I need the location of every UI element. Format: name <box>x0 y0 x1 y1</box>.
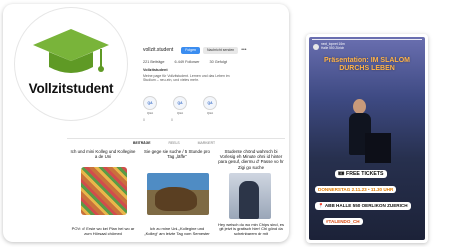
lectern <box>365 133 391 163</box>
highlight-cover-icon: QA <box>173 96 187 110</box>
post-caption-bottom: Ich zu mine Uni-„Kollegine und „Kolleg“ … <box>144 226 210 237</box>
post-caption-top: Studente chönd wahrsch bi Vorlesig eh Mi… <box>218 149 284 170</box>
post-grid: Ich und mini Kolleg und Kollegine a de U… <box>67 147 287 239</box>
post-caption-bottom: Hey weisch du wo min Chips sind, es git … <box>217 221 285 237</box>
counter-value: 0 <box>143 118 145 122</box>
tab-reels[interactable]: REELS <box>169 141 180 145</box>
post-caption-top: Sie gege sie suche / 5 Stunde pro Tag „l… <box>144 149 210 160</box>
highlight-cover-icon: QA <box>203 96 217 110</box>
tab-posts[interactable]: BEITRÄGE <box>133 141 151 145</box>
story-location: Halle 550 Zürich <box>321 45 345 50</box>
profile-header: vollzit.student Folgen Nachricht senden … <box>143 44 283 56</box>
story-headline: Präsentation: IM SLALOM DURCHS LEBEN <box>324 57 410 72</box>
event-date-sticker: DONNERSTAG 2.11.23 • 11.30 UHR <box>315 186 397 193</box>
avatar[interactable] <box>313 43 319 50</box>
post-image-subject <box>239 181 259 219</box>
section-divider <box>67 138 285 139</box>
profile-display-name: Vollzitstudent <box>143 68 168 72</box>
hashtag-sticker[interactable]: #TALENDO_CH <box>323 218 363 225</box>
story-progress-bar <box>312 39 422 40</box>
post-tile[interactable]: Ich und mini Kolleg und Kollegine a de U… <box>67 147 139 239</box>
highlight-label: Q&A <box>206 111 214 115</box>
following-count[interactable]: 30 Gefolgt <box>209 60 227 64</box>
story-user: next_topnet 16m Halle 550 Zürich <box>313 42 345 51</box>
post-tile[interactable]: Studente chönd wahrsch bi Vorlesig eh Mi… <box>215 147 287 239</box>
graduation-cap-icon <box>33 29 109 73</box>
more-options-icon[interactable]: ••• <box>241 47 246 53</box>
highlight-item[interactable]: QA Q&A <box>203 96 217 115</box>
speaker-head <box>353 99 366 114</box>
follow-button[interactable]: Folgen <box>181 46 200 54</box>
highlight-cover-icon: QA <box>143 96 157 110</box>
post-image-subject <box>155 187 197 211</box>
profile-username: vollzit.student <box>143 47 174 53</box>
profile-stats: 221 Beiträge 6.449 Follower 30 Gefolgt <box>143 60 227 64</box>
story-frame[interactable]: next_topnet 16m Halle 550 Zürich Präsent… <box>309 37 425 240</box>
story-highlights: QA Q&A QA Q&A QA Q&A <box>143 96 217 115</box>
free-tickets-sticker[interactable]: 🎟 FREE TICKETS <box>335 170 387 178</box>
post-image <box>81 167 127 215</box>
post-caption-top: Ich und mini Kolleg und Kollegine a de U… <box>70 149 136 160</box>
profile-tabs: BEITRÄGE REELS MARKIERT <box>133 141 215 145</box>
story-user-info: next_topnet 16m Halle 550 Zürich <box>321 42 345 51</box>
posts-count: 221 Beiträge <box>143 60 165 64</box>
tab-tagged[interactable]: MARKIERT <box>198 141 215 145</box>
message-button[interactable]: Nachricht senden <box>203 46 239 54</box>
highlight-item[interactable]: QA Q&A <box>173 96 187 115</box>
screenshot-collage: Vollzitstudent vollzit.student Folgen Na… <box>0 0 450 247</box>
post-caption-bottom: POV: d' Ersie wo kei Plan hei wo ar zum … <box>71 226 135 237</box>
highlight-item[interactable]: QA Q&A <box>143 96 157 115</box>
instagram-story-card: next_topnet 16m Halle 550 Zürich Präsent… <box>306 34 428 243</box>
followers-count[interactable]: 6.449 Follower <box>175 60 200 64</box>
highlight-counters: 0 0 <box>143 118 173 122</box>
instagram-profile-card: Vollzitstudent vollzit.student Folgen Na… <box>3 4 289 242</box>
highlight-label: Q&A <box>176 111 184 115</box>
profile-bio: Meine page für Vollzitstudent. Lernen un… <box>143 74 230 83</box>
logo-text: Vollzitstudent <box>28 81 114 96</box>
profile-logo[interactable]: Vollzitstudent <box>15 8 127 120</box>
highlight-label: Q&A <box>146 111 154 115</box>
counter-value: 0 <box>170 118 173 122</box>
post-tile[interactable]: Sie gege sie suche / 5 Stunde pro Tag „l… <box>141 147 213 239</box>
venue-sticker[interactable]: 📍 ABB HALLE 550 OERLIKON ZUERICH <box>315 202 411 210</box>
